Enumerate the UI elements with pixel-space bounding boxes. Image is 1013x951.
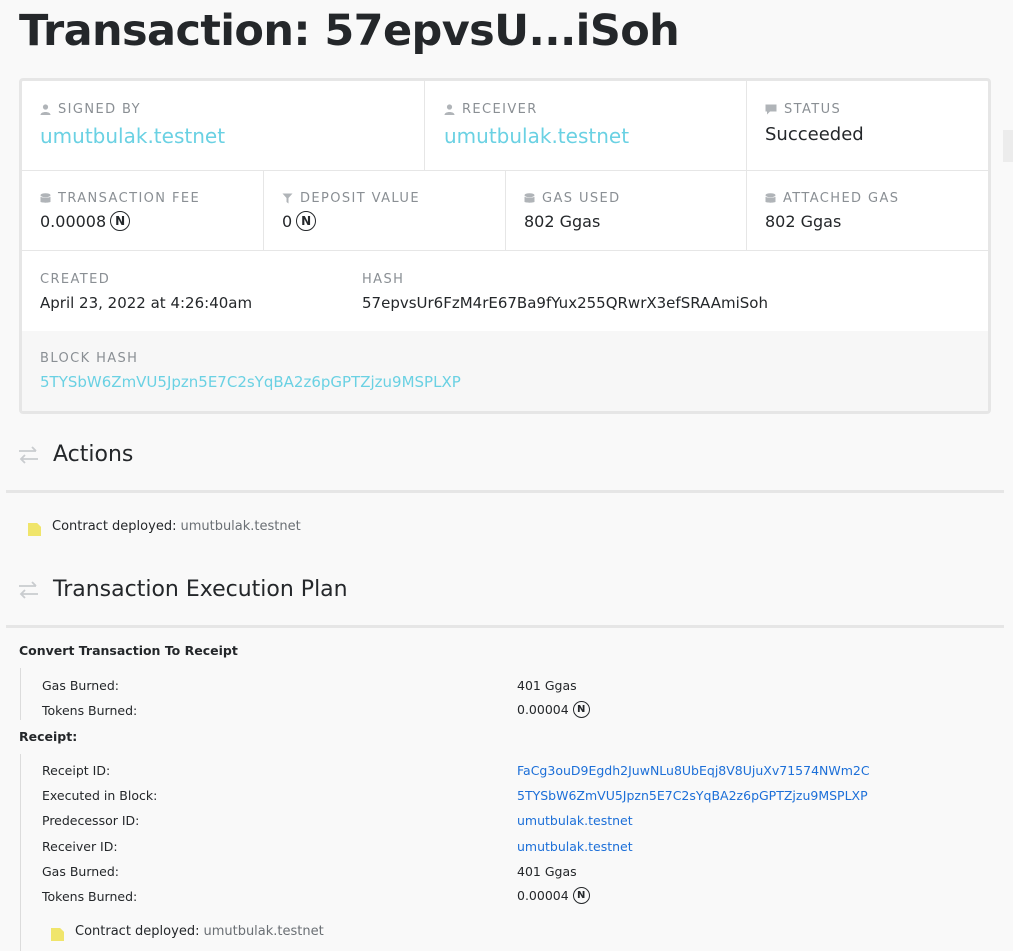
user-icon bbox=[444, 104, 455, 115]
block-hash-link[interactable]: 5TYSbW6ZmVU5Jpzn5E7C2sYqBA2z6pGPTZjzu9MS… bbox=[40, 373, 461, 391]
signed-by-label: SIGNED BY bbox=[40, 102, 141, 117]
tokens-burned-label: Tokens Burned: bbox=[42, 703, 138, 718]
near-token-icon: N bbox=[572, 701, 590, 718]
comment-icon bbox=[765, 104, 777, 115]
gas-used-value: 802 Ggas bbox=[524, 212, 601, 231]
predecessor-id-link[interactable]: umutbulak.testnet bbox=[517, 813, 633, 828]
receipt-id-label: Receipt ID: bbox=[42, 763, 111, 778]
block-hash-label: BLOCK HASH bbox=[40, 351, 139, 366]
deploy-contract-icon bbox=[51, 928, 64, 941]
executed-in-block-label: Executed in Block: bbox=[42, 788, 158, 803]
scrollbar[interactable] bbox=[1003, 130, 1013, 162]
block-hash-row: BLOCK HASH 5TYSbW6ZmVU5Jpzn5E7C2sYqBA2z6… bbox=[22, 331, 988, 411]
divider bbox=[505, 170, 506, 250]
transaction-summary-card: SIGNED BY umutbulak.testnet RECEIVER umu… bbox=[19, 78, 991, 414]
deposit-value: 0 N bbox=[282, 211, 317, 231]
receiver-id-label: Receiver ID: bbox=[42, 839, 118, 854]
actions-heading: Actions bbox=[18, 442, 133, 467]
created-label: CREATED bbox=[40, 272, 111, 287]
divider bbox=[746, 81, 747, 170]
divider bbox=[424, 81, 425, 170]
execution-plan-heading: Transaction Execution Plan bbox=[18, 577, 348, 602]
transfer-arrows-icon bbox=[19, 445, 38, 464]
user-icon bbox=[40, 104, 51, 115]
transaction-fee-value: 0.00008 N bbox=[40, 211, 131, 231]
database-icon bbox=[40, 193, 51, 203]
executed-in-block-link[interactable]: 5TYSbW6ZmVU5Jpzn5E7C2sYqBA2z6pGPTZjzu9MS… bbox=[517, 788, 868, 803]
gas-burned-label: Gas Burned: bbox=[42, 678, 120, 693]
status-label: STATUS bbox=[765, 102, 841, 117]
receipt-tokens-burned-label: Tokens Burned: bbox=[42, 889, 138, 904]
section-divider bbox=[6, 625, 1004, 628]
divider bbox=[22, 250, 988, 251]
gas-used-label: GAS USED bbox=[524, 191, 621, 206]
receipt-gas-burned-label: Gas Burned: bbox=[42, 864, 120, 879]
divider bbox=[746, 170, 747, 250]
signed-by-link[interactable]: umutbulak.testnet bbox=[40, 124, 225, 148]
section-divider bbox=[6, 490, 1004, 493]
filter-icon bbox=[282, 193, 293, 204]
database-icon bbox=[524, 193, 535, 203]
near-token-icon: N bbox=[296, 211, 317, 231]
tree-line bbox=[20, 754, 21, 951]
receipt-gas-burned-value: 401 Ggas bbox=[517, 864, 577, 879]
attached-gas-label: ATTACHED GAS bbox=[765, 191, 899, 206]
predecessor-id-label: Predecessor ID: bbox=[42, 813, 140, 828]
convert-transaction-title: Convert Transaction To Receipt bbox=[19, 643, 238, 658]
transaction-fee-label: TRANSACTION FEE bbox=[40, 191, 200, 206]
status-value: Succeeded bbox=[765, 124, 864, 145]
receiver-link[interactable]: umutbulak.testnet bbox=[444, 124, 629, 148]
receipt-id-link[interactable]: FaCg3ouD9Egdh2JuwNLu8UbEqj8V8UjuXv71574N… bbox=[517, 763, 870, 778]
database-icon bbox=[765, 193, 776, 203]
receiver-label: RECEIVER bbox=[444, 102, 538, 117]
hash-label: HASH bbox=[362, 272, 405, 287]
gas-burned-value: 401 Ggas bbox=[517, 678, 577, 693]
divider bbox=[263, 170, 264, 250]
created-value: April 23, 2022 at 4:26:40am bbox=[40, 294, 253, 312]
receipt-tokens-burned-value: 0.00004 N bbox=[517, 887, 590, 904]
deposit-value-label: DEPOSIT VALUE bbox=[282, 191, 420, 206]
receiver-id-link[interactable]: umutbulak.testnet bbox=[517, 839, 633, 854]
transfer-arrows-icon bbox=[19, 580, 38, 599]
deploy-contract-icon bbox=[28, 523, 41, 536]
receipt-title: Receipt: bbox=[19, 729, 78, 744]
action-item: Contract deployed: umutbulak.testnet bbox=[28, 517, 301, 536]
tokens-burned-value: 0.00004 N bbox=[517, 701, 590, 718]
page-title: Transaction: 57epvsU...iSoh bbox=[19, 6, 680, 56]
hash-value: 57epvsUr6FzM4rE67Ba9fYux255QRwrX3efSRAAm… bbox=[362, 294, 768, 312]
attached-gas-value: 802 Ggas bbox=[765, 212, 842, 231]
receipt-action-item: Contract deployed: umutbulak.testnet bbox=[51, 922, 324, 941]
tree-line bbox=[20, 668, 21, 720]
near-token-icon: N bbox=[572, 887, 590, 904]
near-token-icon: N bbox=[110, 211, 131, 231]
